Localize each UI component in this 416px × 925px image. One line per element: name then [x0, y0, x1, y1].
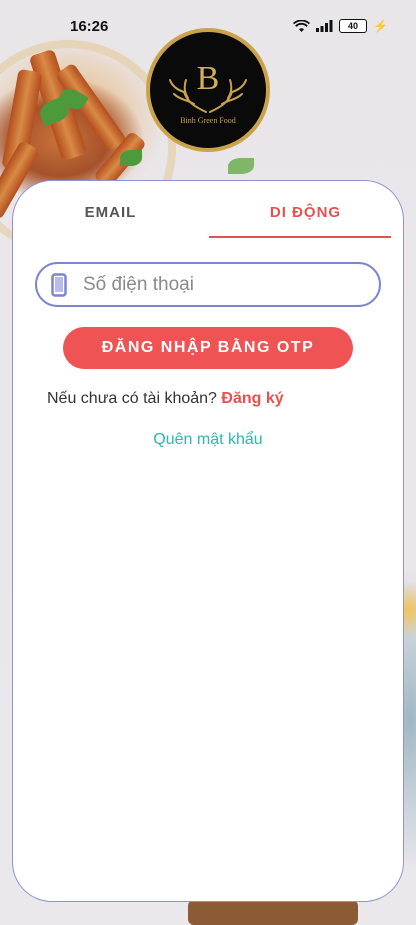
signup-row: Nếu chưa có tài khoản? Đăng ký: [47, 390, 284, 408]
status-icons: 40 ⚡: [293, 19, 388, 33]
battery-icon: 40: [339, 19, 368, 33]
phone-field[interactable]: [35, 262, 381, 307]
tab-email[interactable]: EMAIL: [13, 181, 208, 239]
signup-link[interactable]: Đăng ký: [221, 390, 283, 407]
wifi-icon: [293, 19, 311, 32]
forgot-password-link[interactable]: Quên mật khẩu: [13, 431, 403, 449]
logo-brand-name: Binh Green Food: [180, 115, 236, 125]
phone-icon: [51, 272, 67, 297]
charging-icon: ⚡: [373, 19, 388, 33]
login-tabs: EMAIL DI ĐỘNG: [13, 181, 403, 239]
tab-mobile[interactable]: DI ĐỘNG: [208, 181, 403, 239]
active-tab-indicator: [209, 236, 391, 238]
antlers-icon: [169, 78, 247, 113]
status-time: 16:26: [70, 17, 109, 35]
brand-logo: B Binh Green Food: [146, 28, 270, 152]
signup-prompt: Nếu chưa có tài khoản?: [47, 390, 217, 407]
otp-login-button[interactable]: ĐĂNG NHẬP BẰNG OTP: [63, 327, 353, 369]
phone-input[interactable]: [81, 272, 355, 297]
login-card: EMAIL DI ĐỘNG ĐĂNG NHẬP BẰNG OTP Nếu chư…: [12, 180, 404, 902]
signal-icon: [316, 20, 333, 32]
